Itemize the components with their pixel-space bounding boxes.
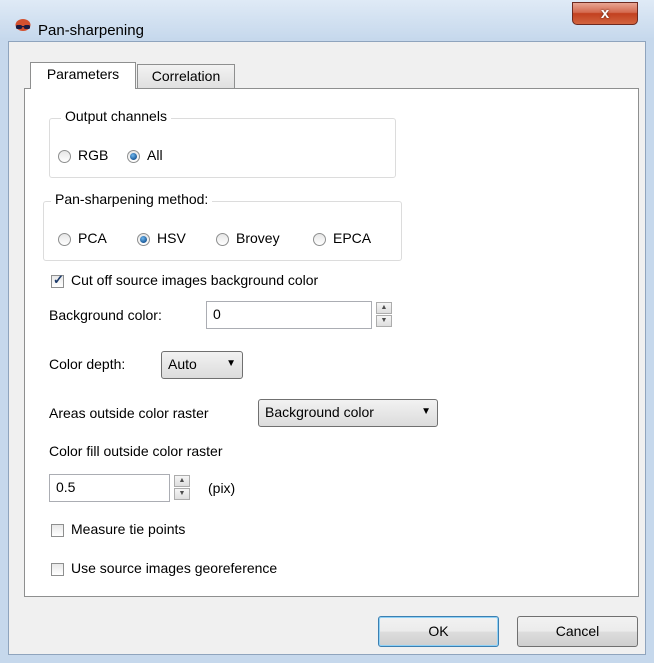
app-glasses-icon (15, 19, 31, 33)
window-title: Pan-sharpening (38, 22, 144, 39)
color-fill-spinner[interactable]: ▲ ▼ (174, 475, 190, 501)
spin-up-icon[interactable]: ▲ (174, 475, 190, 487)
radio-rgb-label[interactable]: RGB (78, 147, 108, 163)
areas-outside-label: Areas outside color raster (49, 405, 209, 421)
measure-tie-points-checkbox[interactable] (51, 524, 64, 537)
tab-correlation[interactable]: Correlation (137, 64, 235, 88)
ok-button[interactable]: OK (378, 616, 499, 647)
color-depth-label: Color depth: (49, 356, 126, 372)
close-button[interactable]: x (572, 2, 638, 25)
radio-rgb[interactable] (58, 150, 71, 163)
background-color-input[interactable]: 0 (206, 301, 372, 329)
radio-hsv-label[interactable]: HSV (157, 230, 186, 246)
spin-up-icon[interactable]: ▲ (376, 302, 392, 314)
radio-all[interactable] (127, 150, 140, 163)
cut-off-label[interactable]: Cut off source images background color (71, 272, 318, 288)
radio-hsv[interactable] (137, 233, 150, 246)
output-channels-legend: Output channels (61, 108, 171, 124)
radio-epca[interactable] (313, 233, 326, 246)
spin-down-icon[interactable]: ▼ (174, 488, 190, 500)
dialog-window: Pan-sharpening x Parameters Correlation … (0, 0, 654, 663)
color-fill-label: Color fill outside color raster (49, 443, 223, 459)
radio-selected-dot (130, 153, 137, 160)
method-legend: Pan-sharpening method: (51, 191, 213, 207)
measure-tie-points-label[interactable]: Measure tie points (71, 521, 185, 537)
areas-outside-value: Background color (265, 404, 374, 420)
radio-pca-label[interactable]: PCA (78, 230, 107, 246)
radio-pca[interactable] (58, 233, 71, 246)
title-bar[interactable]: Pan-sharpening x (0, 0, 654, 39)
use-georeference-label[interactable]: Use source images georeference (71, 560, 277, 576)
chevron-down-icon: ▼ (226, 358, 236, 369)
color-depth-select[interactable]: Auto ▼ (161, 351, 243, 379)
spin-down-icon[interactable]: ▼ (376, 315, 392, 327)
radio-selected-dot (140, 236, 147, 243)
color-fill-input[interactable]: 0.5 (49, 474, 170, 502)
cancel-button[interactable]: Cancel (517, 616, 638, 647)
radio-brovey-label[interactable]: Brovey (236, 230, 280, 246)
radio-epca-label[interactable]: EPCA (333, 230, 371, 246)
checkmark-icon: ✓ (53, 272, 64, 287)
areas-outside-select[interactable]: Background color ▼ (258, 399, 438, 427)
background-color-spinner[interactable]: ▲ ▼ (376, 302, 392, 328)
tab-parameters[interactable]: Parameters (30, 62, 136, 89)
cut-off-checkbox[interactable]: ✓ (51, 272, 64, 288)
radio-brovey[interactable] (216, 233, 229, 246)
color-fill-unit: (pix) (208, 480, 236, 496)
color-depth-value: Auto (168, 356, 197, 372)
background-color-label: Background color: (49, 307, 162, 323)
radio-all-label[interactable]: All (147, 147, 163, 163)
chevron-down-icon: ▼ (421, 406, 431, 417)
use-georeference-checkbox[interactable] (51, 563, 64, 576)
